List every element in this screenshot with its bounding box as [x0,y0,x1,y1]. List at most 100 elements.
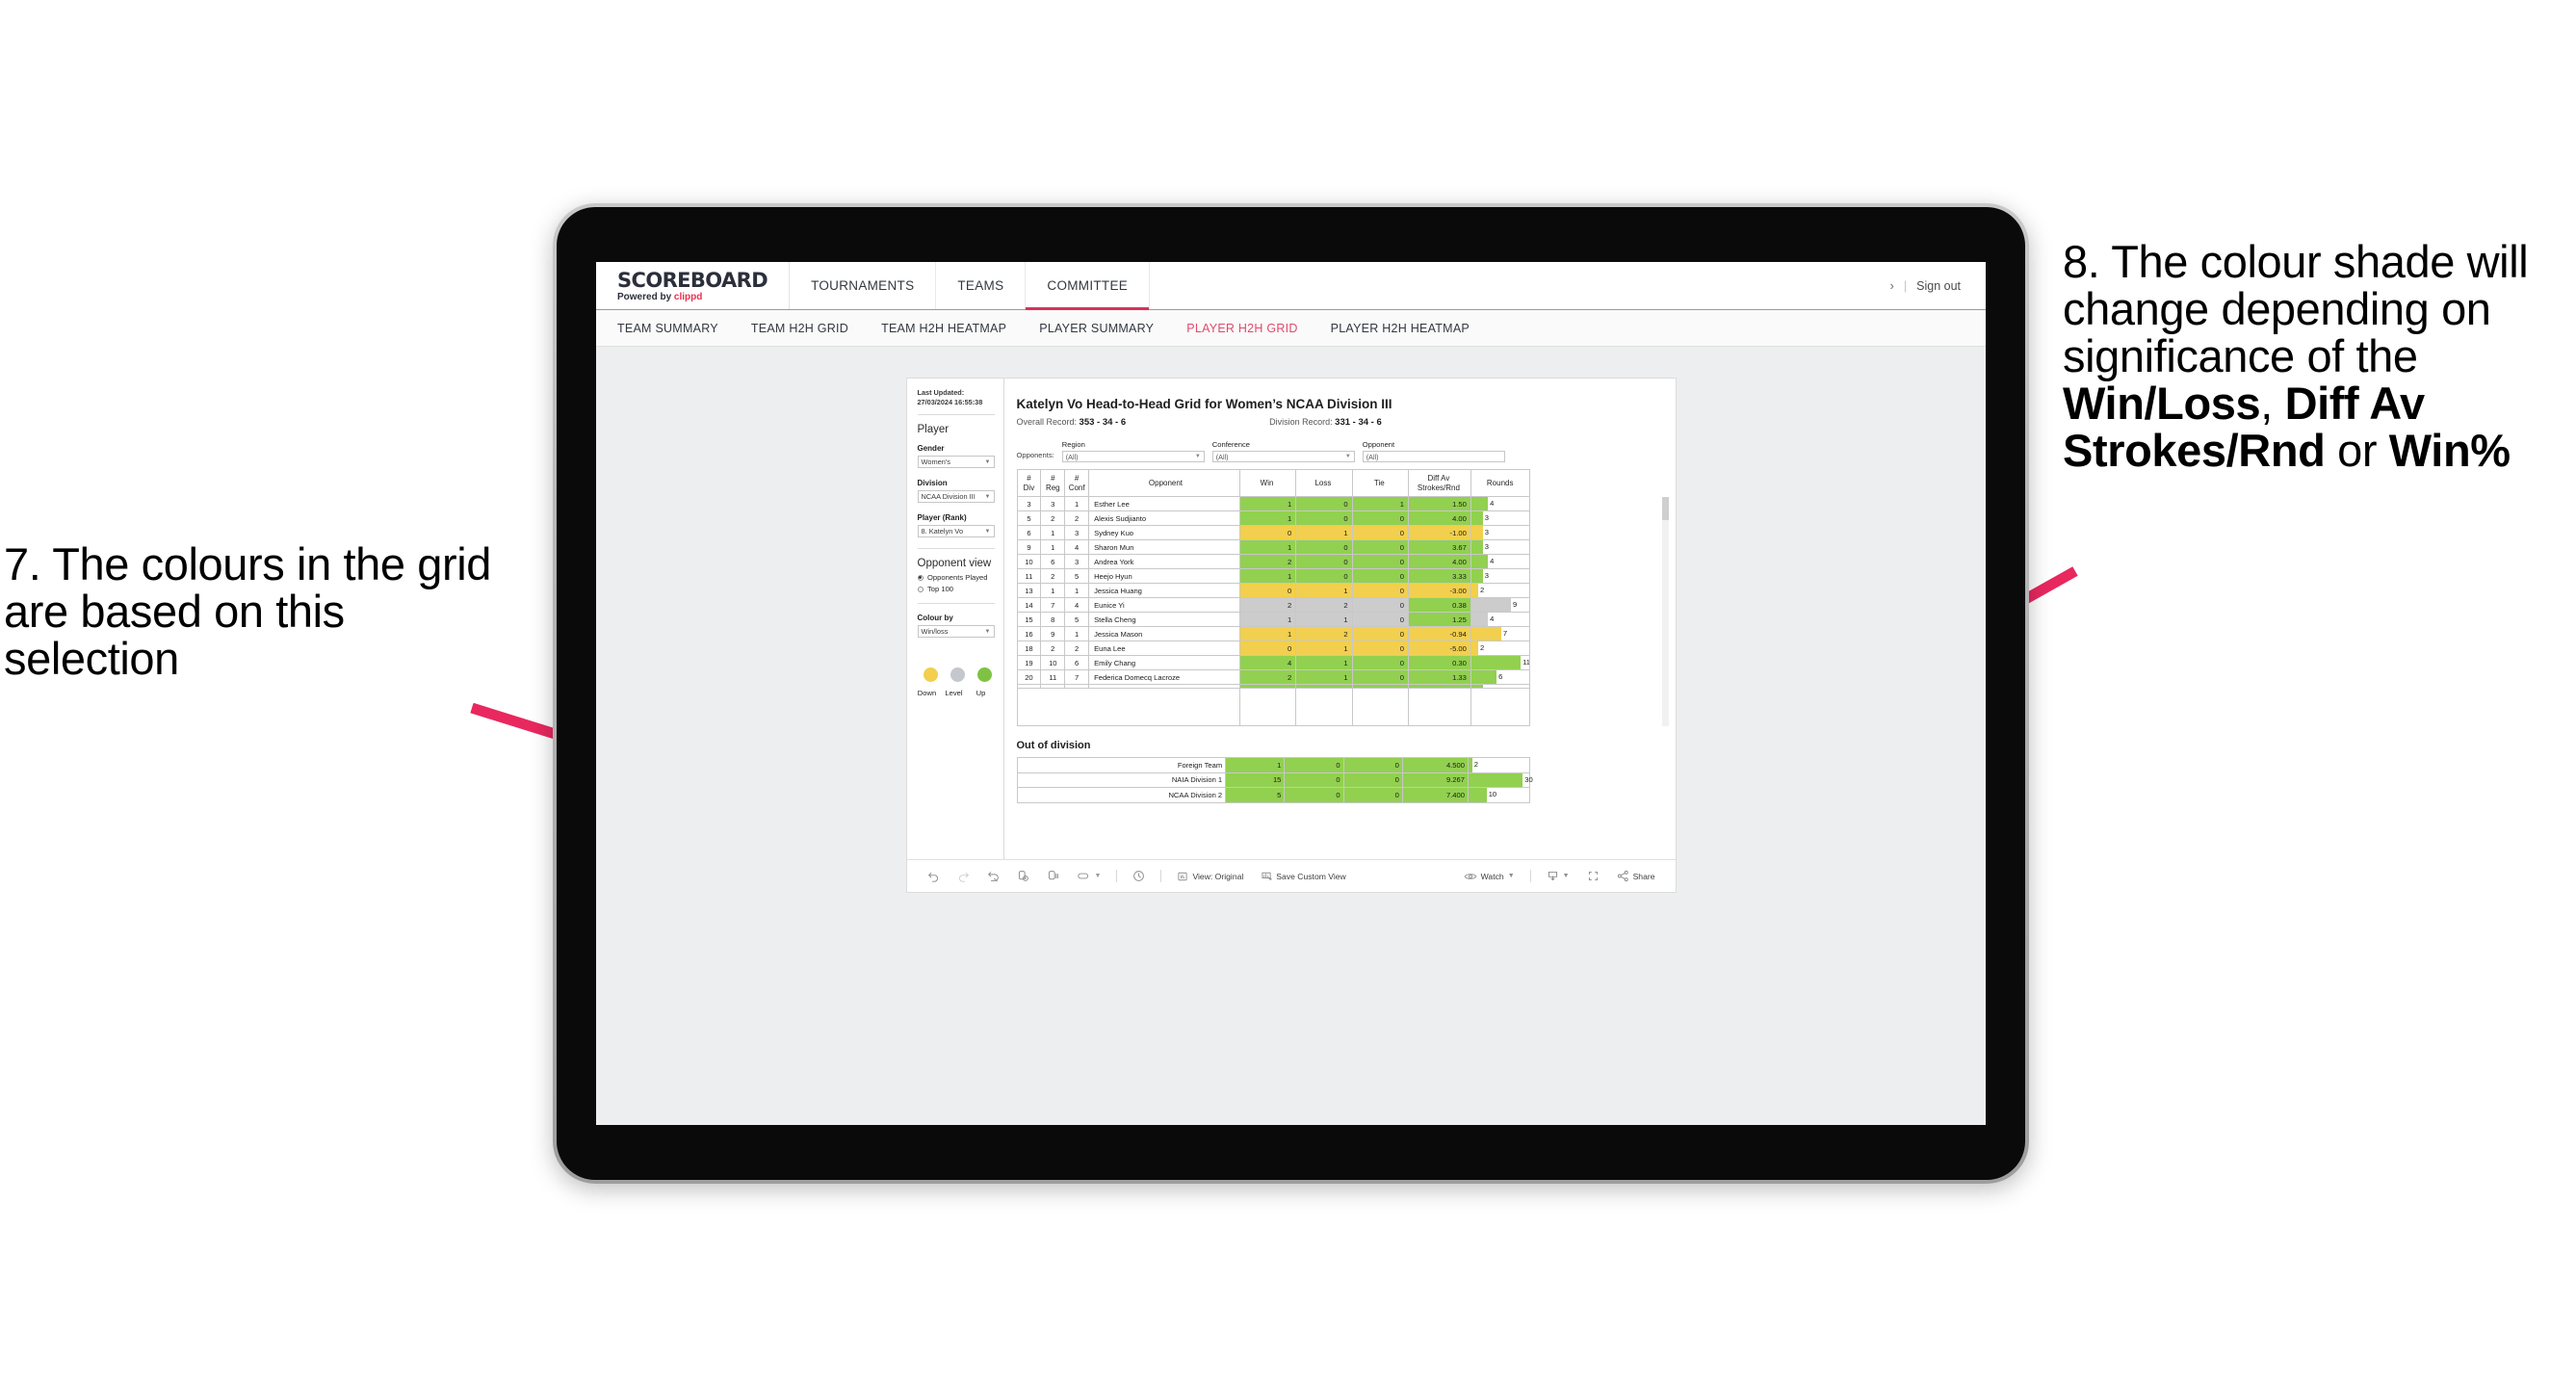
revert-button[interactable] [978,870,1008,882]
cell-diff-av-strokes: -1.00 [1407,525,1471,541]
cell-opponent: Jessica Huang [1088,583,1240,599]
cell-loss: 0 [1284,787,1344,803]
table-row[interactable]: 5 2 2 Alexis Sudjianto 1 0 0 4.00 3 [1016,510,1530,527]
cell-rounds-value: 3 [1484,571,1490,581]
cell-win: 1 [1238,510,1297,527]
region-select[interactable]: (All) ▼ [1061,451,1205,463]
cell-reg: 10 [1040,655,1066,671]
share-button[interactable]: Share [1608,870,1664,882]
undo-button[interactable] [919,870,949,882]
table-row-empty [1016,688,1530,727]
annotation-right-part1: 8. The colour shade will change dependin… [2063,236,2529,381]
table-row[interactable]: 11 2 5 Heejo Hyun 1 0 0 3.33 3 [1016,568,1530,585]
subnav-item-team-h2h-heatmap[interactable]: TEAM H2H HEATMAP [881,322,1006,335]
cell-tie: 0 [1351,568,1409,585]
col-diff-av-strokes: Diff Av Strokes/Rnd [1407,469,1471,498]
table-row[interactable]: 13 1 1 Jessica Huang 0 1 0 -3.00 2 [1016,583,1530,599]
cell-win: 1 [1238,626,1297,642]
cell-rounds-value: 4 [1490,499,1495,509]
view-original-button[interactable]: View: Original [1168,871,1252,882]
share-label: Share [1632,871,1655,881]
cell-rounds: 11 [1470,655,1530,671]
save-custom-view-button[interactable]: Save Custom View [1252,871,1354,882]
chevron-down-icon: ▼ [984,458,991,465]
division-select[interactable]: NCAA Division III ▼ [917,490,995,504]
subnav-item-team-h2h-grid[interactable]: TEAM H2H GRID [751,322,848,335]
col-reg: # Reg [1040,469,1066,498]
table-row[interactable]: 18 2 2 Euna Lee 0 1 0 -5.00 2 [1016,641,1530,657]
cell-div: 10 [1016,554,1042,570]
table-row[interactable]: 10 6 3 Andrea York 2 0 0 4.00 4 [1016,554,1530,570]
cell-reg: 2 [1040,568,1066,585]
table-row[interactable]: 16 9 1 Jessica Mason 1 2 0 -0.94 7 [1016,626,1530,642]
cell-win: 0 [1238,525,1297,541]
col-rounds: Rounds [1470,469,1530,498]
refresh-button[interactable] [1008,870,1038,882]
cell-diff-av-strokes: 1.50 [1407,496,1471,512]
chevron-down-icon: ▼ [984,493,991,500]
table-row[interactable]: 9 1 4 Sharon Mun 1 0 0 3.67 3 [1016,539,1530,556]
cell-div: 9 [1016,539,1042,556]
app-logo[interactable]: SCOREBOARD Powered by clippd [596,262,791,309]
division-label: Division [917,479,948,488]
player-rank-select[interactable]: 8. Katelyn Vo ▼ [917,525,995,538]
table-row[interactable]: 19106Emily Chang4100.3011 [1016,655,1530,671]
sign-out-link[interactable]: Sign out [1916,279,1961,293]
opponent-filter: Opponent (All) [1362,440,1505,463]
table-row[interactable]: 3 3 1 Esther Lee 1 0 1 1.50 4 [1016,496,1530,512]
cell-rounds: 3 [1470,510,1530,527]
annotation-right-text: 8. The colour shade will change dependin… [2063,236,2573,474]
chevron-right-icon[interactable]: › [1890,278,1894,293]
cell-tie: 0 [1351,626,1409,642]
cell-loss: 0 [1295,539,1353,556]
chevron-down-icon: ▼ [1094,873,1102,879]
table-row[interactable]: 20 11 7 Federica Domecq Lacroze 2 1 0 1.33 6 [1016,669,1530,686]
radio-top-100[interactable]: Top 100 [917,585,995,593]
fullscreen-button[interactable] [1578,870,1608,882]
filters-sidebar: Last Updated: 27/03/2024 16:55:38 Player… [907,379,1004,859]
subnav-item-player-h2h-grid[interactable]: PLAYER H2H GRID [1186,322,1297,335]
h2h-grid-table: # Div # Reg # Conf Opponent Win Loss Tie Di… [1016,469,1530,727]
cell-rounds-value: 4 [1490,557,1495,566]
table-row[interactable]: 6 1 3 Sydney Kuo 0 1 0 -1.00 3 [1016,525,1530,541]
subnav-item-player-h2h-heatmap[interactable]: PLAYER H2H HEATMAP [1331,322,1470,335]
pause-updates-button[interactable] [1038,870,1068,882]
conference-select[interactable]: (All) ▼ [1211,451,1355,463]
sub-navigation: TEAM SUMMARY TEAM H2H GRID TEAM H2H HEAT… [596,310,1986,347]
subnav-item-team-summary[interactable]: TEAM SUMMARY [617,322,718,335]
cell-tie: 0 [1351,525,1409,541]
out-of-division-title: Out of division [1016,740,1091,752]
cell-opponent: Federica Domecq Lacroze [1088,669,1240,686]
cell-reg: 9 [1040,626,1066,642]
cell-win: 5 [1225,787,1286,803]
table-row[interactable]: NAIA Division 1 15 0 0 9.267 30 [1016,771,1533,789]
subnav-item-player-summary[interactable]: PLAYER SUMMARY [1039,322,1154,335]
cell-rounds-value: 6 [1498,672,1503,682]
gender-select[interactable]: Women's ▼ [917,456,995,469]
highlight-button[interactable]: ▼ [1068,870,1110,882]
cell-rounds: 6 [1470,669,1530,686]
table-row[interactable]: Foreign Team 1 0 0 4.500 2 [1016,757,1530,773]
cell-conf: 6 [1064,655,1090,671]
grid-scrollbar-track[interactable] [1661,497,1669,727]
colour-by-value: Win/loss [921,627,949,637]
history-button[interactable] [1124,870,1154,882]
nav-item-committee[interactable]: COMMITTEE [1026,262,1151,310]
table-row[interactable]: 15 8 5 Stella Cheng 1 1 0 1.25 4 [1016,612,1530,628]
cell-tie: 0 [1351,641,1409,657]
opponent-select[interactable]: (All) [1362,451,1505,463]
cell-div: 14 [1016,597,1042,614]
cell-rounds: 30 [1467,771,1533,789]
watch-button[interactable]: Watch ▼ [1455,871,1523,882]
cell-reg: 1 [1040,539,1066,556]
grid-scrollbar-thumb[interactable] [1661,497,1669,521]
download-button[interactable]: ▼ [1538,870,1578,882]
table-row[interactable]: NCAA Division 2 5 0 0 7.400 10 [1016,787,1530,803]
nav-item-tournaments[interactable]: TOURNAMENTS [790,262,937,309]
nav-item-teams[interactable]: TEAMS [936,262,1027,309]
radio-opponents-played[interactable]: Opponents Played [917,573,995,582]
colour-by-select[interactable]: Win/loss ▼ [917,625,995,639]
opponent-value: (All) [1366,452,1379,461]
redo-button[interactable] [949,870,978,882]
table-row[interactable]: 14 7 4 Eunice Yi 2 2 0 0.38 9 [1016,597,1530,614]
